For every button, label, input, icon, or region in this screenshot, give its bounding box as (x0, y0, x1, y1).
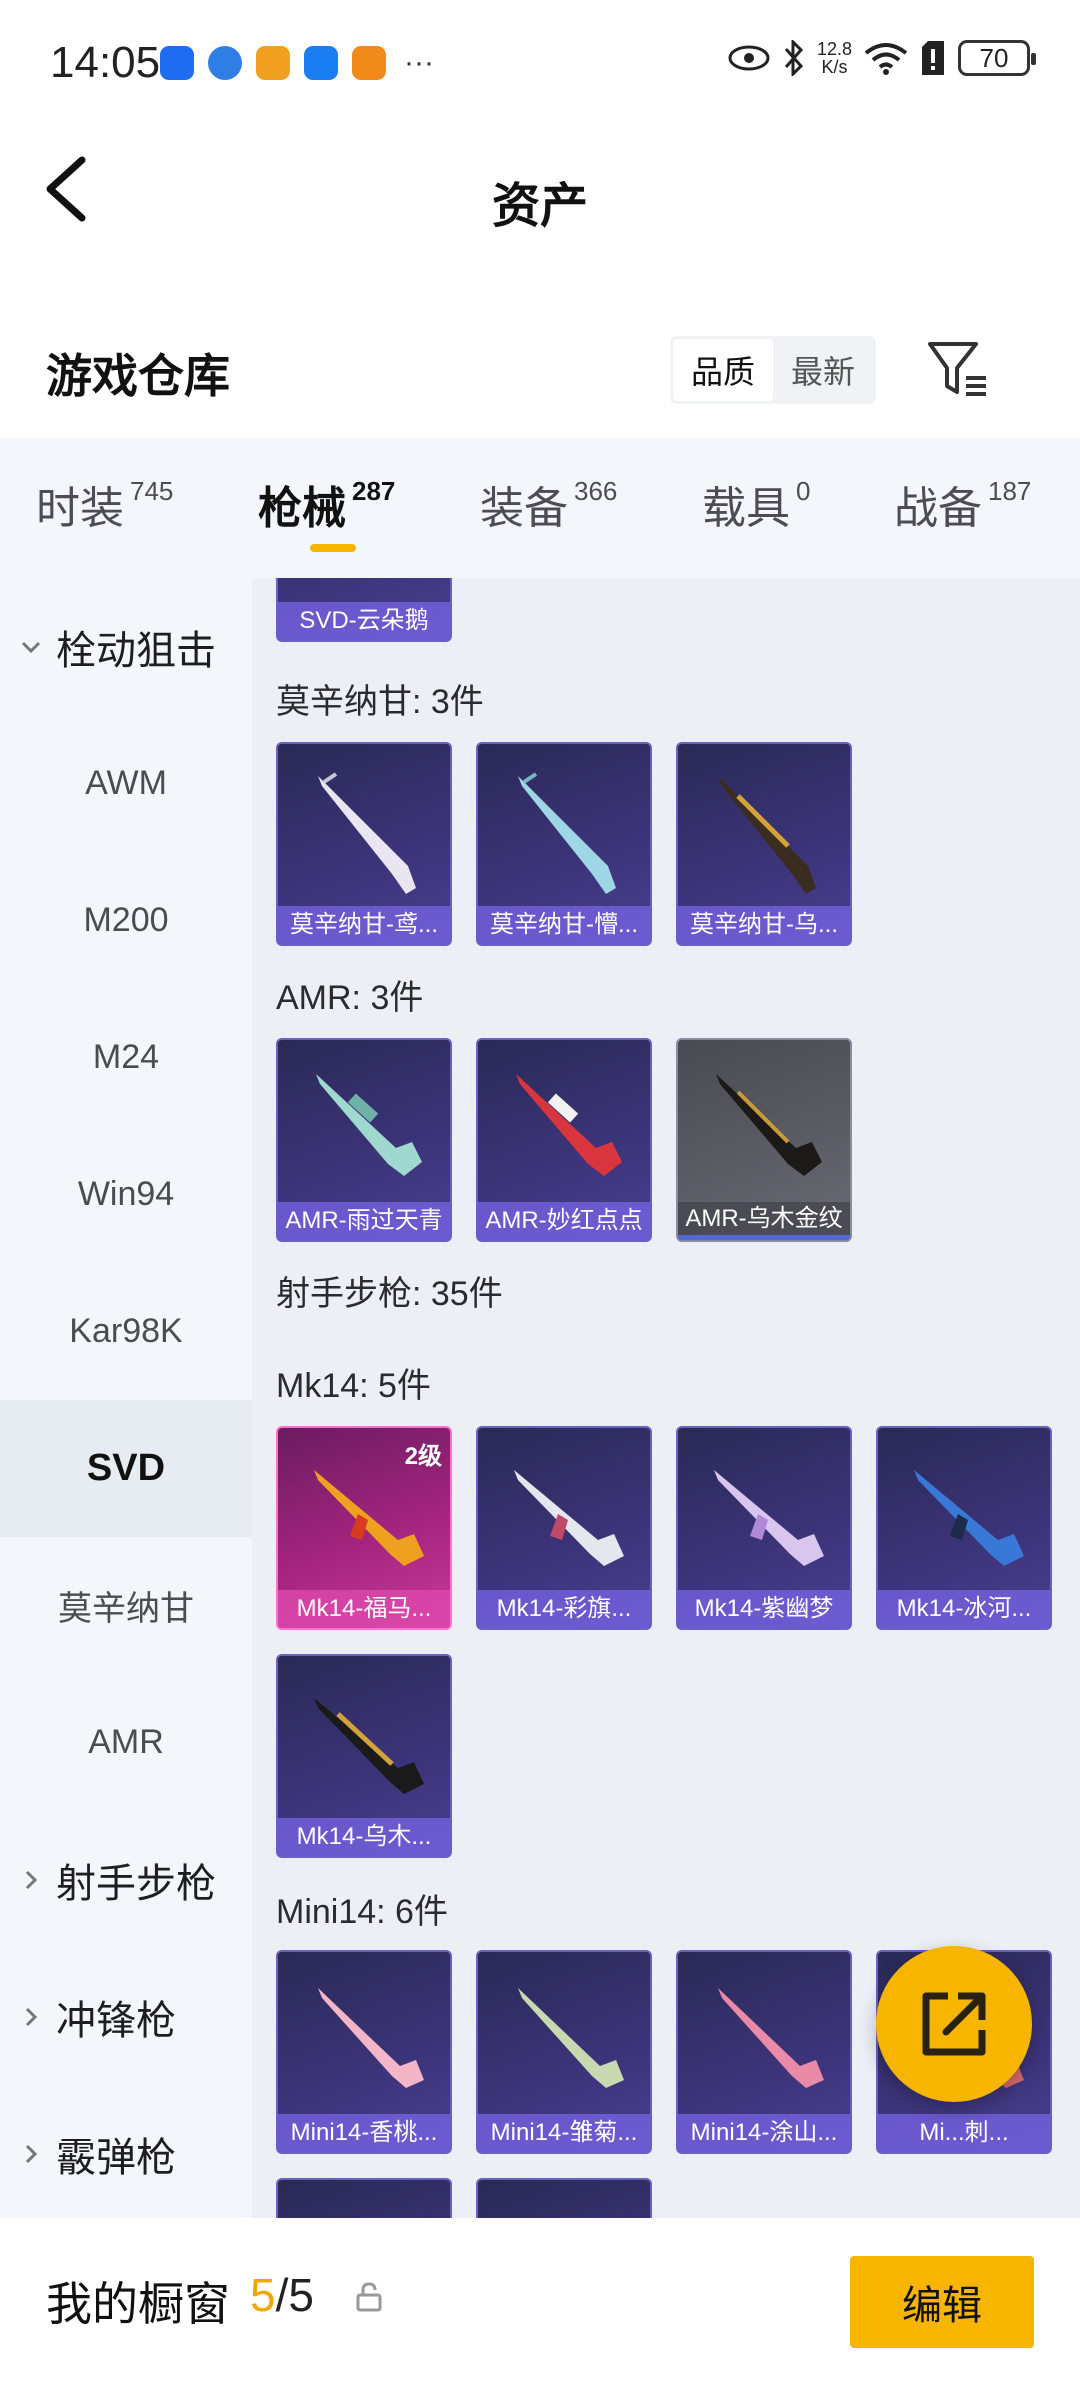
chevron-right-icon (25, 2144, 38, 2163)
lock-icon (356, 2282, 382, 2312)
skin-card[interactable] (476, 2178, 652, 2218)
wifi-icon (864, 43, 908, 75)
game-app-icon (256, 46, 290, 80)
chevron-right-icon (25, 1870, 38, 1889)
showcase-count: 5/5 (250, 2269, 314, 2321)
notification-icons: ··· (160, 46, 434, 80)
rifle-icon (714, 1470, 824, 1566)
skin-card[interactable]: Mini14-涂山... (676, 1950, 852, 2154)
gamepad-app-icon (352, 46, 386, 80)
skin-card[interactable]: Mk14-乌木... (276, 1654, 452, 1858)
external-link-icon (922, 1992, 986, 2056)
skin-card[interactable]: Mk14-彩旗... (476, 1426, 652, 1630)
alert-sim-icon (922, 41, 944, 75)
rifle-icon (516, 1074, 622, 1176)
rifle-icon (716, 1074, 822, 1176)
showcase-bar: 我的橱窗 5/5 编辑 (0, 2218, 1080, 2382)
weapon-type-sidebar: 栓动狙击 AWM M200 M24 Win94 Kar98K SVD 莫辛纳甘 … (0, 578, 252, 2218)
tab-firearms[interactable]: 枪械 287 (258, 472, 395, 536)
filter-icon[interactable] (926, 338, 990, 400)
share-fab-button[interactable] (876, 1946, 1032, 2102)
sort-by-newest[interactable]: 最新 (773, 339, 873, 401)
skin-card[interactable]: 2级 Mk14-福马... (276, 1426, 452, 1630)
sidebar-item-m200[interactable]: M200 (0, 852, 252, 989)
sidebar-group-marksman[interactable]: 射手步枪 (0, 1811, 252, 1948)
category-tabs: 时装 745 枪械 287 装备 366 载具 0 战备 187 (0, 438, 1080, 578)
section-title-marksman: 射手步枪: 35件 (276, 1275, 503, 1313)
skin-card[interactable]: 莫辛纳甘-懵... (476, 742, 652, 946)
section-title-amr: AMR: 3件 (276, 979, 424, 1017)
rifle-icon (314, 1698, 424, 1794)
sidebar-item-svd[interactable]: SVD (0, 1400, 252, 1537)
edit-button[interactable]: 编辑 (850, 2256, 1034, 2348)
shield-app-icon (160, 46, 194, 80)
skin-card[interactable]: AMR-乌木金纹 (676, 1038, 852, 1242)
system-icons: 12.8 K/s 70 (727, 39, 1036, 77)
sidebar-item-kar98k[interactable]: Kar98K (0, 1263, 252, 1400)
showcase-label: 我的橱窗 (46, 2278, 230, 2330)
sidebar-item-win94[interactable]: Win94 (0, 1126, 252, 1263)
sidebar-item-mosin[interactable]: 莫辛纳甘 (0, 1537, 252, 1674)
bluetooth-app-icon (304, 46, 338, 80)
rifle-icon (914, 1470, 1024, 1566)
sidebar-group-smg[interactable]: 冲锋枪 (0, 1948, 252, 2085)
rifle-icon (514, 1470, 624, 1566)
rifle-icon (518, 772, 616, 894)
rifle-icon (318, 772, 416, 894)
skin-card[interactable]: Mini14-雏菊... (476, 1950, 652, 2154)
app-header: 资产 (0, 124, 1080, 254)
chevron-down-icon (21, 641, 41, 653)
skin-card[interactable]: Mk14-紫幽梦 (676, 1426, 852, 1630)
sidebar-group-bolt-action[interactable]: 栓动狙击 (0, 578, 252, 715)
sidebar-item-m24[interactable]: M24 (0, 989, 252, 1126)
rifle-icon (718, 1988, 824, 2088)
sidebar-group-shotgun[interactable]: 霰弹枪 (0, 2085, 252, 2222)
active-tab-indicator (310, 544, 356, 552)
rifle-icon (518, 1988, 624, 2088)
rifle-icon (316, 1074, 422, 1176)
battery-indicator: 70 (958, 40, 1036, 76)
sidebar-item-awm[interactable]: AWM (0, 715, 252, 852)
more-notifications-icon: ··· (404, 46, 434, 79)
skin-card[interactable]: SVD-云朵鹅 (276, 578, 452, 642)
skin-card[interactable]: Mk14-冰河... (876, 1426, 1052, 1630)
status-bar: 14:05 ··· 12.8 K/s 70 (0, 0, 1080, 124)
tab-supplies[interactable]: 战备 187 (894, 472, 1031, 536)
tab-vehicles[interactable]: 载具 0 (702, 472, 810, 536)
skin-card[interactable]: Mini14-香桃... (276, 1950, 452, 2154)
tab-equipment[interactable]: 装备 366 (480, 472, 617, 536)
net-speed: 12.8 K/s (816, 39, 852, 77)
rifle-icon (314, 1470, 424, 1566)
sort-by-quality[interactable]: 品质 (673, 339, 773, 401)
status-time: 14:05 (50, 38, 161, 87)
skin-card[interactable]: 莫辛纳甘-鸢... (276, 742, 452, 946)
bluetooth-icon (784, 40, 804, 76)
tab-fashion[interactable]: 时装 745 (36, 472, 173, 536)
section-title-mini14: Mini14: 6件 (276, 1893, 448, 1931)
rifle-icon (318, 1988, 424, 2088)
page-title: 资产 (491, 180, 588, 233)
skin-card[interactable]: AMR-妙红点点 (476, 1038, 652, 1242)
chevron-right-icon (25, 2007, 38, 2026)
section-title-mosin: 莫辛纳甘: 3件 (276, 683, 484, 721)
eye-icon (728, 45, 770, 71)
skin-card[interactable] (276, 2178, 452, 2218)
sidebar-item-amr[interactable]: AMR (0, 1674, 252, 1811)
sort-toggle: 品质 最新 (670, 336, 876, 404)
browser-app-icon (208, 46, 242, 80)
rifle-icon (718, 776, 816, 894)
skin-card[interactable]: AMR-雨过天青 (276, 1038, 452, 1242)
warehouse-title: 游戏仓库 (46, 350, 230, 402)
skin-card[interactable]: 莫辛纳甘-乌... (676, 742, 852, 946)
section-title-mk14: Mk14: 5件 (276, 1367, 431, 1405)
